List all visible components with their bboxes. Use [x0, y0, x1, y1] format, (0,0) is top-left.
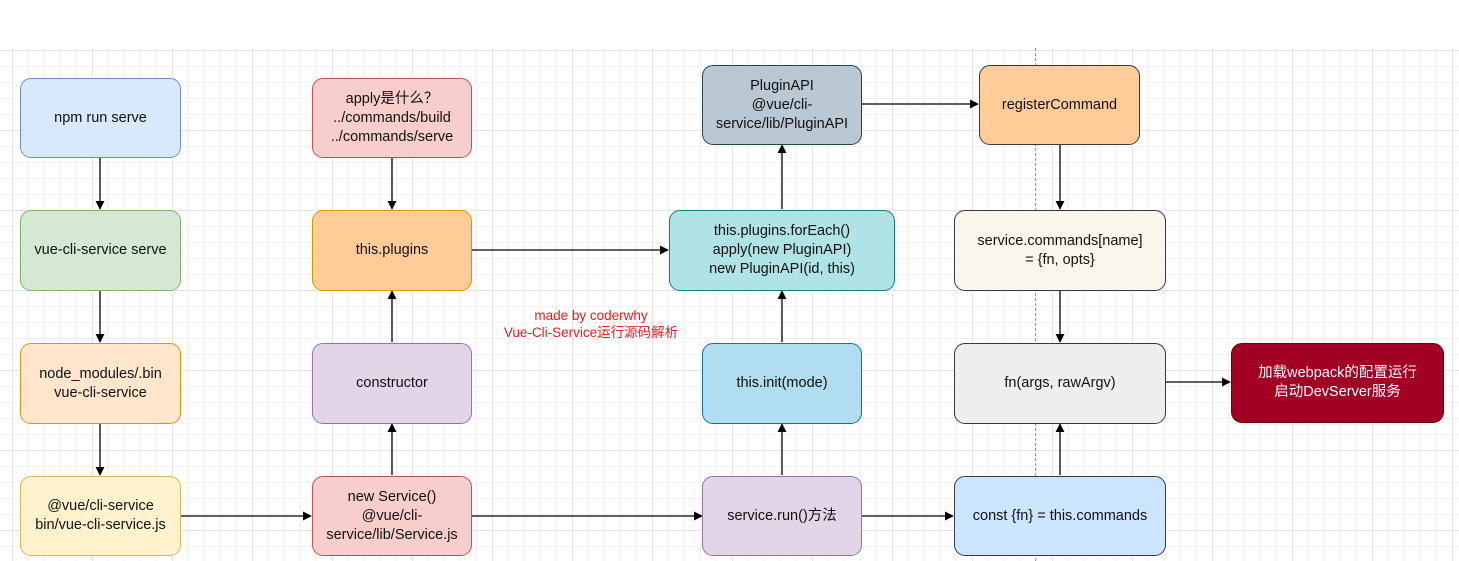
node-this-plugins[interactable]: this.plugins [312, 210, 472, 291]
node-fn-args[interactable]: fn(args, rawArgv) [954, 343, 1166, 424]
node-service-run[interactable]: service.run()方法 [702, 476, 862, 556]
node-load-webpack[interactable]: 加载webpack的配置运行 启动DevServer服务 [1231, 343, 1444, 423]
node-npm-run-serve[interactable]: npm run serve [20, 78, 181, 158]
node-plugins-foreach[interactable]: this.plugins.forEach() apply(new PluginA… [669, 210, 895, 291]
node-this-init[interactable]: this.init(mode) [702, 343, 862, 424]
node-service-commands[interactable]: service.commands[name] = {fn, opts} [954, 210, 1166, 291]
node-node-modules-bin[interactable]: node_modules/.bin vue-cli-service [20, 343, 181, 424]
node-new-service[interactable]: new Service() @vue/cli- service/lib/Serv… [312, 476, 472, 556]
node-vue-cli-service-js[interactable]: @vue/cli-service bin/vue-cli-service.js [20, 476, 181, 556]
node-plugin-api[interactable]: PluginAPI @vue/cli- service/lib/PluginAP… [702, 65, 862, 145]
node-register-command[interactable]: registerCommand [979, 65, 1140, 145]
node-apply-question[interactable]: apply是什么？ ../commands/build ../commands/… [312, 78, 472, 158]
author-note: made by coderwhy Vue-Cli-Service运行源码解析 [503, 308, 679, 340]
node-vue-cli-service-serve[interactable]: vue-cli-service serve [20, 210, 181, 291]
diagram-canvas: npm run serve vue-cli-service serve node… [0, 0, 1459, 561]
node-constructor[interactable]: constructor [312, 343, 472, 424]
node-const-fn[interactable]: const {fn} = this.commands [954, 476, 1166, 556]
